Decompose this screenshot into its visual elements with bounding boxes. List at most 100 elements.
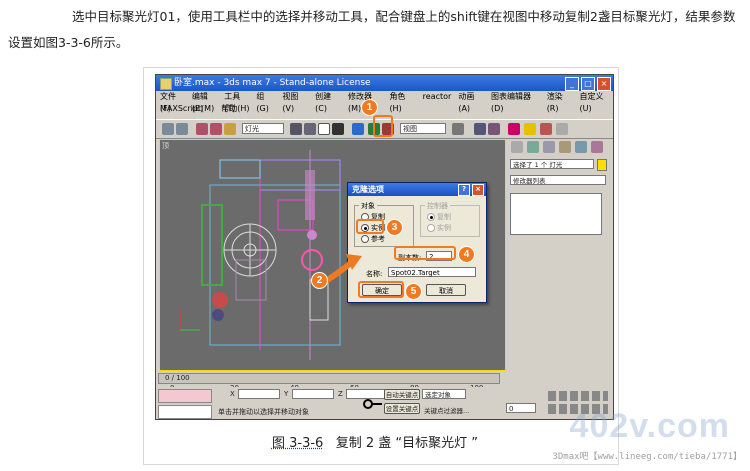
y-label: Y: [284, 390, 289, 398]
create-tab-icon[interactable]: [511, 141, 523, 153]
menu-item[interactable]: 自定义(U): [580, 91, 614, 113]
copies-highlight: [394, 246, 456, 260]
dialog-titlebar: 克隆选项 ? ×: [348, 183, 486, 196]
key-filters-button[interactable]: 关键点过滤器...: [424, 405, 469, 415]
menu-item[interactable]: 文件(F): [160, 91, 185, 113]
modifier-list-select[interactable]: 修改器列表: [510, 175, 606, 185]
window-crossing-icon[interactable]: [332, 123, 344, 135]
maximize-icon[interactable]: □: [581, 77, 595, 91]
time-slider[interactable]: 0 / 100: [158, 373, 500, 384]
menu-item[interactable]: 渲染(R): [547, 91, 573, 113]
selection-info: 选择了 1 个 灯光: [510, 159, 594, 169]
menu-row-secondary: MAXScript(M) 帮助(H): [156, 103, 613, 115]
dialog-title: 克隆选项: [352, 185, 384, 194]
close-icon[interactable]: ×: [597, 77, 611, 91]
x-coord-field[interactable]: [238, 389, 280, 399]
app-icon: [160, 78, 172, 90]
undo-icon[interactable]: [162, 123, 174, 135]
menu-item[interactable]: 视图(V): [282, 91, 308, 113]
controller-instance: 实例: [427, 223, 451, 233]
link-icon[interactable]: [196, 123, 208, 135]
cancel-button[interactable]: 取消: [426, 284, 466, 296]
radio-reference-label: 参考: [371, 235, 385, 243]
controller-instance-label: 实例: [437, 224, 451, 232]
radio-dot: [361, 235, 369, 243]
status-box: [158, 405, 212, 419]
command-panel: 选择了 1 个 灯光 修改器列表: [507, 139, 611, 369]
ok-highlight: [358, 281, 404, 298]
auto-key-button[interactable]: 自动关键点: [384, 389, 420, 400]
selection-filter-select[interactable]: 灯光: [242, 123, 284, 134]
modifier-stack[interactable]: [510, 193, 602, 235]
menu-item[interactable]: 组(G): [256, 91, 275, 113]
modify-tab-icon[interactable]: [527, 141, 539, 153]
align-icon[interactable]: [488, 123, 500, 135]
instruction-paragraph: 选中目标聚光灯01，使用工具栏中的选择并移动工具，配合键盘上的shift键在视图…: [8, 4, 746, 56]
menu-item[interactable]: 创建(C): [315, 91, 341, 113]
auto-key-select[interactable]: 选定对象: [422, 389, 466, 399]
mirror-icon[interactable]: [474, 123, 486, 135]
pivot-icon[interactable]: [452, 123, 464, 135]
menu-item[interactable]: MAXScript(M): [160, 103, 214, 115]
name-label: 名称:: [366, 270, 383, 278]
viewport-nav-controls[interactable]: [548, 391, 608, 401]
figure-number: 图 3-3-6: [271, 436, 324, 451]
unlink-icon[interactable]: [210, 123, 222, 135]
menu-item[interactable]: 图表编辑器(D): [491, 91, 540, 113]
radio-reference[interactable]: 参考: [361, 234, 385, 244]
menu-item[interactable]: reactor: [423, 91, 452, 103]
select-by-name-icon[interactable]: [304, 123, 316, 135]
display-tab-icon[interactable]: [575, 141, 587, 153]
y-coord-field[interactable]: [292, 389, 334, 399]
reference-coord-select[interactable]: 视图: [400, 123, 446, 134]
help-icon[interactable]: ?: [458, 184, 470, 196]
minimize-icon[interactable]: _: [565, 77, 579, 91]
current-frame-field[interactable]: 0: [506, 403, 536, 413]
select-icon[interactable]: [290, 123, 302, 135]
status-bar: X Y Z 单击并拖动以选择并移动对象 自动关键点 选定对象 设置关键点 关键点…: [156, 387, 613, 419]
controller-group-label: 控制器: [425, 201, 450, 211]
move-tool-highlight: [373, 115, 393, 137]
menu-item[interactable]: 帮助(H): [221, 103, 249, 115]
angle-snap-icon[interactable]: [524, 123, 536, 135]
paragraph-text: 选中目标聚光灯01，使用工具栏中的选择并移动工具，配合键盘上的shift键在视图…: [8, 9, 736, 50]
color-swatch[interactable]: [597, 159, 607, 171]
snap-icon[interactable]: [508, 123, 520, 135]
controller-group: 控制器 复制 实例: [420, 201, 480, 237]
controller-copy: 复制: [427, 212, 451, 222]
menu-item[interactable]: 工具(T): [224, 91, 249, 113]
menu-item[interactable]: 动画(A): [458, 91, 484, 113]
menu-item[interactable]: 编辑(E): [192, 91, 217, 113]
region-select-icon[interactable]: [318, 123, 330, 135]
step-badge-4: 4: [458, 246, 475, 263]
window-titlebar: 卧室.max - 3ds max 7 - Stand-alone License…: [156, 75, 613, 91]
utilities-tab-icon[interactable]: [591, 141, 603, 153]
set-key-button[interactable]: 设置关键点: [384, 403, 420, 414]
caption-text: 复制 2 盏 “目标聚光灯 ”: [335, 436, 478, 451]
watermark-url: 3Dmax吧【www.lineeg.com/tieba/1771】: [552, 452, 742, 462]
step-badge-1: 1: [361, 99, 378, 116]
bind-space-warp-icon[interactable]: [224, 123, 236, 135]
step-badge-3: 3: [386, 219, 403, 236]
prompt-text: 单击并拖动以选择并移动对象: [218, 408, 309, 416]
dialog-close-icon[interactable]: ×: [472, 184, 484, 196]
radio-dot-disabled: [427, 213, 435, 221]
object-group-label: 对象: [359, 201, 377, 211]
name-field[interactable]: Spot02.Target: [388, 267, 476, 277]
percent-snap-icon[interactable]: [540, 123, 552, 135]
move-icon[interactable]: [352, 123, 364, 135]
menu-item[interactable]: 角色(H): [389, 91, 415, 113]
window-title: 卧室.max - 3ds max 7 - Stand-alone License: [174, 78, 371, 88]
frame-counter: 0 / 100: [165, 374, 190, 382]
maxscript-listener[interactable]: [158, 389, 212, 403]
render-icon[interactable]: [556, 123, 568, 135]
z-label: Z: [338, 390, 343, 398]
redo-icon[interactable]: [176, 123, 188, 135]
motion-tab-icon[interactable]: [559, 141, 571, 153]
x-label: X: [230, 390, 235, 398]
step-badge-5: 5: [405, 283, 422, 300]
radio-dot-disabled: [427, 224, 435, 232]
step-badge-2: 2: [311, 272, 328, 289]
key-icon[interactable]: [362, 395, 384, 413]
hierarchy-tab-icon[interactable]: [543, 141, 555, 153]
